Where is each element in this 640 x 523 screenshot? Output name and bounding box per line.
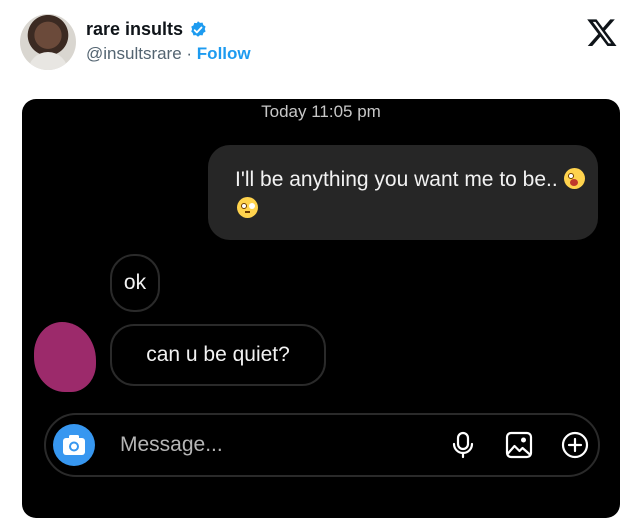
microphone-icon[interactable] bbox=[448, 430, 478, 460]
follow-link[interactable]: Follow bbox=[197, 44, 251, 63]
flushed-face-icon bbox=[237, 197, 258, 218]
dm-screenshot: Today 11:05 pm I'll be anything you want… bbox=[22, 99, 620, 518]
camera-button[interactable] bbox=[53, 424, 95, 466]
incoming-message-bubble[interactable]: can u be quiet? bbox=[110, 324, 326, 386]
incoming-message-bubble[interactable]: ok bbox=[110, 254, 160, 312]
tweet-header: rare insults @insultsrare · Follow bbox=[0, 0, 640, 90]
avatar-shirt bbox=[28, 52, 68, 70]
gallery-icon[interactable] bbox=[504, 430, 534, 460]
handle-separator: · bbox=[181, 44, 197, 63]
verified-badge-icon bbox=[191, 21, 206, 37]
message-timestamp: Today 11:05 pm bbox=[261, 102, 381, 121]
message-composer bbox=[44, 413, 600, 477]
outgoing-message-text: I'll be anything you want me to be.. bbox=[235, 165, 585, 223]
camera-icon bbox=[63, 435, 85, 455]
astonished-face-icon bbox=[563, 168, 585, 189]
author-handle[interactable]: @insultsrare bbox=[86, 44, 182, 63]
author-name[interactable]: rare insults bbox=[86, 19, 183, 40]
message-input[interactable] bbox=[118, 429, 412, 461]
redacted-sender-avatar bbox=[34, 322, 96, 392]
outgoing-message-bubble[interactable]: I'll be anything you want me to be.. bbox=[208, 145, 598, 240]
outgoing-message-body: I'll be anything you want me to be.. bbox=[235, 168, 558, 191]
plus-icon[interactable] bbox=[560, 430, 590, 460]
handle-row: @insultsrare · Follow bbox=[86, 44, 251, 64]
x-logo-icon[interactable] bbox=[586, 16, 618, 48]
author-avatar[interactable] bbox=[20, 14, 76, 70]
